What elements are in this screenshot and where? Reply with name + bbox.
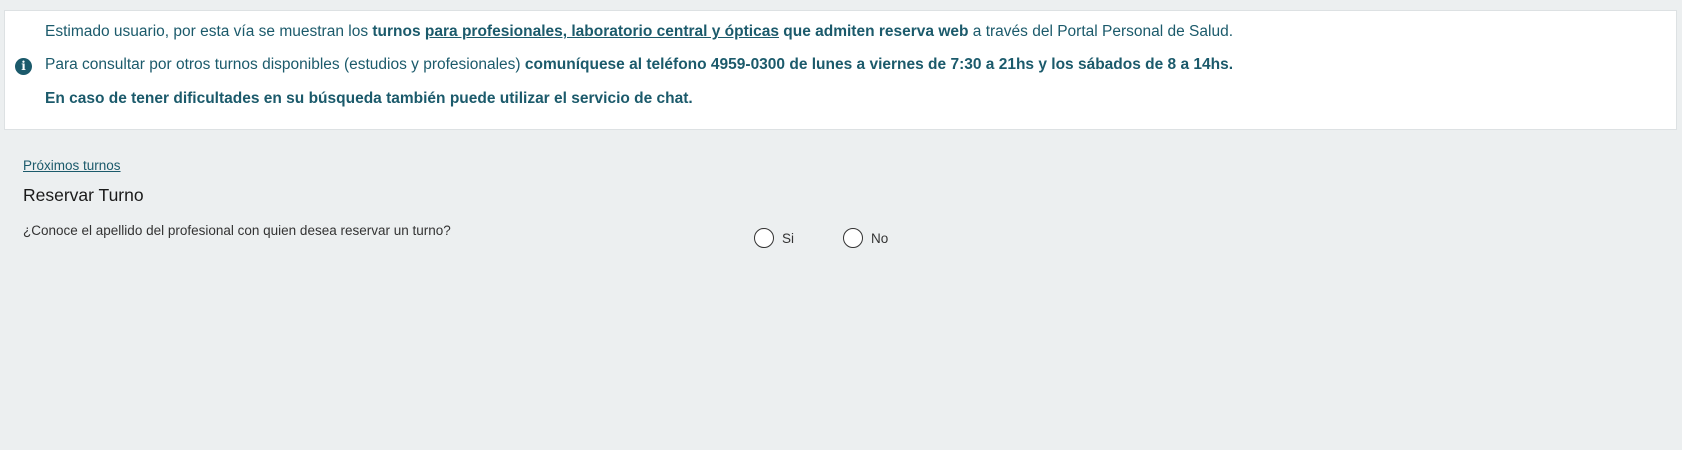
radio-no-label: No	[871, 230, 889, 246]
radio-si-circle[interactable]	[754, 228, 774, 248]
proximos-turnos-link[interactable]: Próximos turnos	[23, 158, 121, 173]
radio-si[interactable]: Si	[754, 228, 794, 248]
professionals-link[interactable]: para profesionales, laboratorio central …	[425, 23, 779, 40]
info-line-1: Estimado usuario, por esta vía se muestr…	[45, 23, 1233, 40]
info-line-2: Para consultar por otros turnos disponib…	[45, 56, 1234, 73]
info-icon: i	[15, 58, 32, 75]
radio-no[interactable]: No	[843, 228, 888, 248]
page-title: Reservar Turno	[23, 185, 144, 205]
radio-no-circle[interactable]	[843, 228, 863, 248]
info-line-3: En caso de tener dificultades en su búsq…	[45, 90, 693, 107]
radio-si-label: Si	[782, 230, 795, 246]
question-label: ¿Conoce el apellido del profesional con …	[23, 223, 451, 238]
info-banner: i Estimado usuario, por esta vía se mues…	[4, 10, 1677, 130]
